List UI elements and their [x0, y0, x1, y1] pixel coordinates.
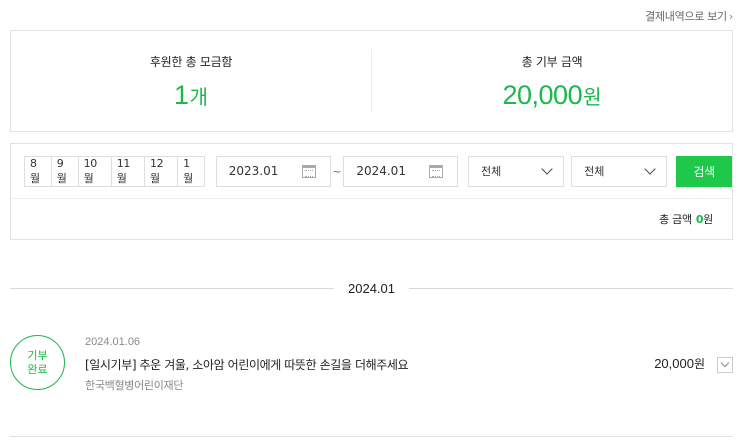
donation-count-number: 1: [174, 80, 189, 110]
month-button-nov[interactable]: 11월: [111, 156, 145, 186]
filter-panel: 8월 9월 10월 11월 12월 1월 2023.01 ~ 2024.01 전…: [10, 143, 733, 240]
end-date-field[interactable]: 2024.01: [343, 155, 459, 187]
month-button-jan[interactable]: 1월: [178, 156, 204, 186]
period-label: 2024.01: [348, 280, 395, 296]
category-select-value: 전체: [480, 165, 502, 178]
date-range-separator: ~: [332, 164, 342, 178]
organization-name: 한국백혈병어린이재단: [85, 379, 184, 392]
period-heading: 2024.01: [10, 278, 733, 298]
divider: [10, 287, 334, 289]
end-date-value: 2024.01: [356, 164, 406, 178]
chevron-right-icon: ›: [728, 10, 733, 23]
month-selector: 8월 9월 10월 11월 12월 1월: [24, 155, 205, 187]
expand-toggle[interactable]: [717, 357, 733, 373]
donation-count-unit: 개: [189, 85, 208, 109]
donation-title[interactable]: [일시기부] 추운 겨울, 소아암 어린이에게 따뜻한 손길을 더해주세요: [85, 356, 409, 373]
month-button-dec[interactable]: 12월: [144, 156, 179, 186]
donation-amount-label: 총 기부 금액: [521, 55, 583, 69]
category-select[interactable]: 전체: [467, 155, 565, 187]
payment-history-link[interactable]: 결제내역으로 보기 ›: [645, 8, 733, 24]
donation-summary: 후원한 총 모금함 1 개 총 기부 금액 20,000 원: [10, 30, 733, 132]
start-date-field[interactable]: 2023.01: [215, 155, 331, 187]
month-button-sep[interactable]: 9월: [51, 156, 79, 186]
start-date-value: 2023.01: [228, 164, 279, 178]
filtered-total-label: 총 금액: [659, 213, 692, 226]
donation-amount-summary: 총 기부 금액 20,000 원: [372, 31, 732, 131]
donation-amount: 20,000원: [654, 355, 705, 372]
payment-history-link-label: 결제내역으로 보기: [645, 10, 727, 23]
status-badge-line2: 완료: [27, 362, 48, 376]
month-button-aug[interactable]: 8월: [25, 156, 52, 186]
donation-amount-unit: 원: [583, 85, 602, 109]
list-item: 기부 완료 2024.01.06 [일시기부] 추운 겨울, 소아암 어린이에게…: [10, 330, 733, 410]
chevron-down-icon: [644, 162, 657, 175]
donation-count-summary: 후원한 총 모금함 1 개: [11, 31, 371, 131]
donation-date: 2024.01.06: [85, 336, 141, 348]
calendar-icon[interactable]: [429, 164, 444, 178]
filtered-total-unit: 원: [703, 213, 713, 226]
filtered-total-value: 0: [695, 212, 704, 226]
divider: [409, 287, 733, 289]
status-badge: 기부 완료: [10, 335, 65, 390]
filter-row: 8월 9월 10월 11월 12월 1월 2023.01 ~ 2024.01 전…: [11, 144, 732, 199]
type-select-value: 전체: [584, 165, 605, 178]
chevron-down-icon: [541, 162, 553, 175]
calendar-icon[interactable]: [301, 164, 316, 178]
status-badge-line1: 기부: [27, 348, 48, 362]
donation-amount-number: 20,000: [654, 356, 694, 371]
donation-amount-unit: 원: [693, 357, 705, 371]
filtered-total: 총 금액 0원: [11, 199, 732, 239]
type-select[interactable]: 전체: [571, 155, 668, 187]
donation-amount-number: 20,000: [502, 80, 583, 110]
month-button-oct[interactable]: 10월: [78, 156, 112, 186]
donation-amount-value: 20,000 원: [503, 80, 602, 111]
search-button[interactable]: 검색: [676, 155, 732, 187]
donation-count-value: 1 개: [174, 80, 208, 111]
donation-count-label: 후원한 총 모금함: [149, 55, 233, 69]
divider: [10, 436, 733, 437]
